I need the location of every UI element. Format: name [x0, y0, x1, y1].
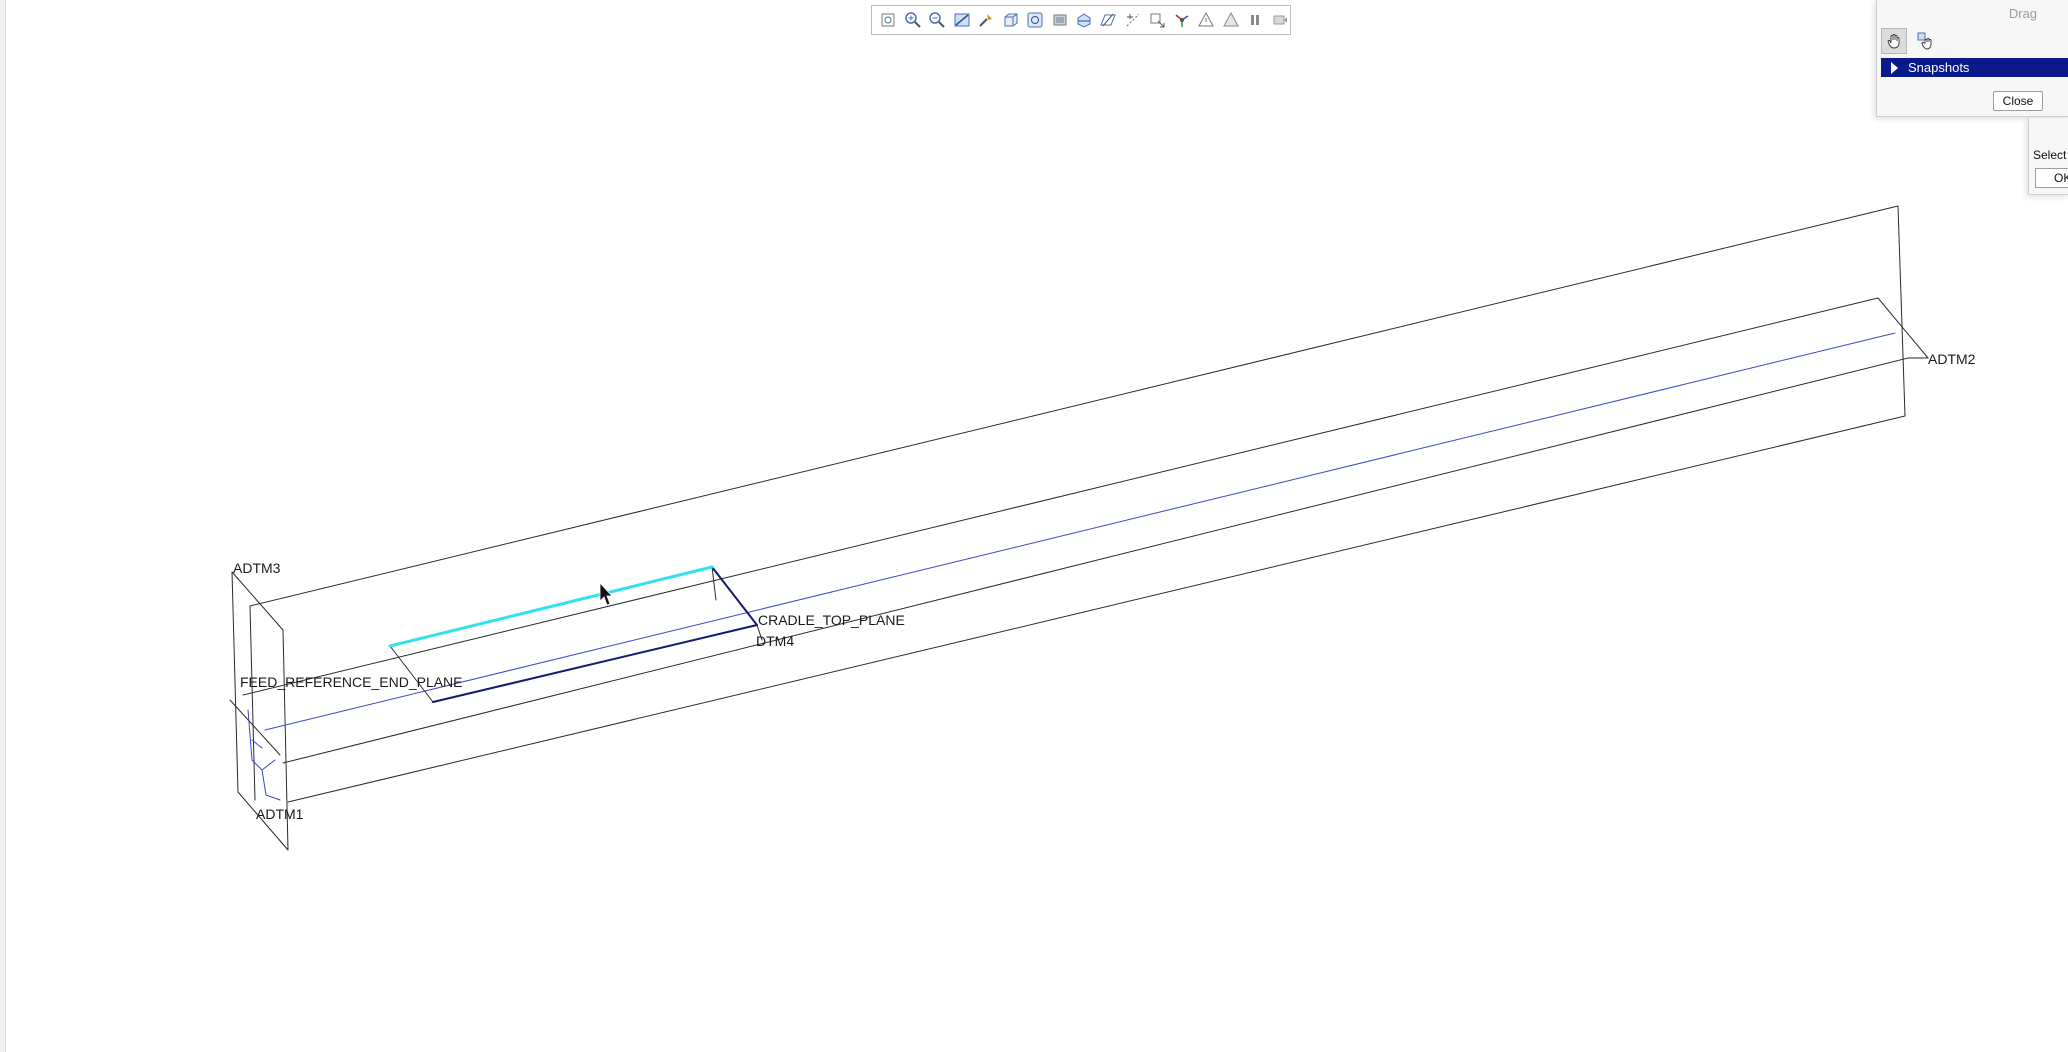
drag-component-icon[interactable] [1913, 28, 1939, 54]
annotation-display-icon[interactable] [1196, 9, 1216, 31]
spin-center-icon[interactable] [976, 9, 996, 31]
point-display-icon[interactable] [1147, 9, 1167, 31]
graphics-toolbar [871, 5, 1291, 35]
view-manager-icon[interactable] [1025, 9, 1045, 31]
saved-orientations-icon[interactable] [1000, 9, 1020, 31]
ok-button[interactable]: OK [2035, 168, 2068, 188]
select-label: Select [2033, 148, 2067, 162]
select-dialog: Select OK [2028, 118, 2068, 195]
left-plane-vertical-2 [249, 605, 256, 801]
zoom-out-icon[interactable] [927, 9, 947, 31]
model-wireframe [229, 205, 1929, 851]
datum-axes-icon[interactable] [1123, 9, 1143, 31]
label-cradle-top-plane[interactable]: CRADLE_TOP_PLANE [758, 612, 905, 628]
drag-mode-icons [1881, 28, 1939, 54]
adtm3-top [231, 571, 284, 631]
label-dtm4[interactable]: DTM4 [756, 633, 794, 649]
mouse-cursor [599, 581, 613, 606]
snapshots-label: Snapshots [1908, 60, 1970, 75]
box-right-vertical [1897, 205, 1906, 417]
repaint-icon[interactable] [951, 9, 971, 31]
triangle-warning-icon[interactable] [1221, 9, 1241, 31]
drag-dialog-title: Drag [2008, 6, 2037, 21]
cradle-plane-bottom [432, 624, 758, 703]
label-feed-reference-end-plane[interactable]: FEED_REFERENCE_END_PLANE [240, 674, 463, 690]
highlighted-edge [388, 565, 714, 648]
section-icon[interactable] [1074, 9, 1094, 31]
display-style-icon[interactable] [1049, 9, 1069, 31]
label-adtm2[interactable]: ADTM2 [1928, 351, 1975, 367]
label-adtm3[interactable]: ADTM3 [233, 560, 280, 576]
refit-icon[interactable] [878, 9, 898, 31]
graphics-viewport[interactable]: ADTM3 ADTM2 ADTM1 DTM4 CRADLE_TOP_PLANE … [0, 0, 2068, 1052]
pause-icon[interactable] [1245, 9, 1265, 31]
datum-planes-icon[interactable] [1098, 9, 1118, 31]
csys-display-icon[interactable] [1172, 9, 1192, 31]
expand-triangle-icon [1891, 61, 1898, 74]
zoom-in-icon[interactable] [902, 9, 922, 31]
box-mid-edge [282, 357, 1909, 764]
adtm3-vertical-left [231, 571, 239, 793]
box-inner-edge [242, 297, 1879, 696]
label-adtm1[interactable]: ADTM1 [256, 806, 303, 822]
datum-axis [264, 332, 1896, 731]
next-step-icon[interactable] [1270, 9, 1290, 31]
left-plane-diag [229, 699, 281, 756]
snapshots-section[interactable]: Snapshots [1881, 58, 2068, 77]
drag-hand-icon[interactable] [1881, 28, 1907, 54]
drag-dialog: Drag Snapshots Close [1876, 0, 2068, 117]
box-bottom-edge [287, 415, 1906, 803]
box-top-edge [249, 205, 1899, 607]
close-button[interactable]: Close [1993, 91, 2043, 111]
